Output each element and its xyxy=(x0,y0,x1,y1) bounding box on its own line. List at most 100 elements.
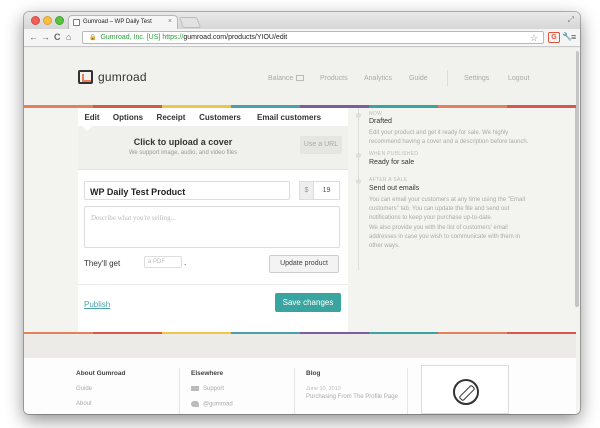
tab-edit[interactable]: Edit xyxy=(78,108,106,126)
timeline-dot xyxy=(356,113,361,118)
footer-link-about[interactable]: About xyxy=(76,401,125,407)
blog-post-date: June 10, 2013 xyxy=(306,386,341,392)
logo-text: gumroad xyxy=(98,70,147,84)
gumroad-favicon-icon xyxy=(73,19,80,26)
step-text: We also provide you with the list of cus… xyxy=(369,225,521,249)
step-kicker: AFTER A SALE xyxy=(369,177,408,183)
timeline-line xyxy=(358,108,359,270)
tab-title: Gumroad – WP Daily Test xyxy=(83,19,152,25)
browser-tab[interactable]: Gumroad – WP Daily Test × xyxy=(68,15,178,29)
nav-divider xyxy=(447,70,448,86)
twitter-icon xyxy=(191,401,199,408)
url-path: gumroad.com/products/YIOU/edit xyxy=(183,34,288,41)
form-divider xyxy=(78,284,348,285)
blog-post-link[interactable]: Purchasing From The Profile Page xyxy=(306,394,398,400)
product-name-input[interactable]: WP Daily Test Product xyxy=(84,181,290,200)
gumroad-logo[interactable]: gumroad xyxy=(78,70,147,84)
price-input[interactable]: 19 xyxy=(314,181,340,200)
browser-window: Gumroad – WP Daily Test × ⤢ ← → C ⌂ 🔒 Gu… xyxy=(24,12,580,414)
period-text: . xyxy=(184,258,187,267)
title-bar: Gumroad – WP Daily Test × ⤢ xyxy=(24,12,580,29)
footer-divider xyxy=(407,368,408,414)
theyll-get-label: They'll get xyxy=(84,259,121,268)
site-header: gumroad Balance Products Analytics Guide… xyxy=(24,48,576,108)
file-type-input[interactable]: a PDF xyxy=(144,256,182,268)
step-title: Drafted xyxy=(369,118,392,125)
step-title: Ready for sale xyxy=(369,159,415,166)
address-bar[interactable]: 🔒 Gumroad, Inc. [US] https://gumroad.com… xyxy=(82,31,544,44)
footer-link-twitter-label: @gumroad xyxy=(203,401,233,408)
footer-divider xyxy=(179,368,180,414)
nav-logout[interactable]: Logout xyxy=(508,75,529,82)
footer-band xyxy=(24,334,576,358)
close-window-button[interactable] xyxy=(31,16,40,25)
footer-heading: Elsewhere xyxy=(191,370,224,377)
footer-about-column: About Gumroad Guide About xyxy=(76,370,125,407)
forward-arrow-icon[interactable]: → xyxy=(41,32,50,43)
step-kicker: NOW xyxy=(369,111,383,117)
update-product-button[interactable]: Update product xyxy=(269,255,339,273)
tab-close-icon[interactable]: × xyxy=(168,18,172,25)
home-icon[interactable]: ⌂ xyxy=(66,32,71,43)
tab-options[interactable]: Options xyxy=(106,108,150,126)
zoom-window-button[interactable] xyxy=(55,16,64,25)
discover-card[interactable] xyxy=(421,365,509,414)
footer-elsewhere-column: Elsewhere Support @gumroad xyxy=(191,370,233,408)
fullscreen-icon[interactable]: ⤢ xyxy=(568,15,574,25)
lock-icon: 🔒 xyxy=(89,35,97,41)
nav-guide[interactable]: Guide xyxy=(409,75,428,82)
balance-icon xyxy=(296,75,305,82)
use-url-button[interactable]: Use a URL xyxy=(300,136,342,154)
product-form: WP Daily Test Product $ 19 Describe what… xyxy=(78,170,348,334)
stripe-segment xyxy=(369,105,438,108)
reload-icon[interactable]: C xyxy=(54,32,61,43)
tab-receipt[interactable]: Receipt xyxy=(150,108,192,126)
bookmark-star-icon[interactable]: ☆ xyxy=(530,33,538,44)
upload-subtitle: We support image, audio, and video files xyxy=(128,150,238,156)
nav-balance-label: Balance xyxy=(268,75,294,82)
back-arrow-icon[interactable]: ← xyxy=(29,32,38,43)
save-changes-button[interactable]: Save changes xyxy=(275,293,341,312)
nav-balance[interactable]: Balance xyxy=(268,75,305,82)
page-viewport: gumroad Balance Products Analytics Guide… xyxy=(24,48,580,414)
url-scheme: https:// xyxy=(162,34,184,41)
timeline-dot xyxy=(356,153,361,158)
publish-link[interactable]: Publish xyxy=(84,300,110,309)
footer-link-twitter[interactable]: @gumroad xyxy=(191,401,233,408)
footer-blog-column: Blog June 10, 2013 Purchasing From The P… xyxy=(306,370,398,400)
gumroad-logo-icon xyxy=(78,70,93,84)
cover-upload-area[interactable]: Click to upload a cover We support image… xyxy=(78,126,348,170)
browser-toolbar: ← → C ⌂ 🔒 Gumroad, Inc. [US] https://gum… xyxy=(24,29,580,47)
site-footer: About Gumroad Guide About Elsewhere Supp… xyxy=(24,334,576,414)
currency-label: $ xyxy=(299,181,314,200)
footer-heading: Blog xyxy=(306,370,321,377)
stripe-segment xyxy=(507,105,576,108)
step-title: Send out emails xyxy=(369,185,420,192)
nav-analytics[interactable]: Analytics xyxy=(364,75,392,82)
active-tab-pointer xyxy=(82,126,92,131)
minimize-window-button[interactable] xyxy=(43,16,52,25)
compass-icon xyxy=(453,379,479,405)
product-edit-card: Edit Options Receipt Customers Email cus… xyxy=(78,108,348,334)
footer-link-support-label: Support xyxy=(203,386,225,393)
footer-link-guide[interactable]: Guide xyxy=(76,386,125,392)
footer-link-support[interactable]: Support xyxy=(191,386,233,392)
menu-icon[interactable]: ≡ xyxy=(571,32,576,42)
nav-products[interactable]: Products xyxy=(320,75,348,82)
ev-certificate-label: Gumroad, Inc. [US] xyxy=(100,34,161,41)
footer-divider xyxy=(294,368,295,414)
tab-customers[interactable]: Customers xyxy=(192,108,248,126)
step-text: You can email your customers at any time… xyxy=(369,197,525,221)
timeline-dot xyxy=(356,179,361,184)
footer-heading: About Gumroad xyxy=(76,370,126,377)
product-tabs: Edit Options Receipt Customers Email cus… xyxy=(78,108,348,126)
description-textarea[interactable]: Describe what you're selling... xyxy=(84,206,340,248)
tab-email-customers[interactable]: Email customers xyxy=(248,108,330,126)
stripe-segment xyxy=(438,105,507,108)
mail-icon xyxy=(191,386,199,391)
step-text: Edit your product and get it ready for s… xyxy=(369,130,529,145)
nav-settings[interactable]: Settings xyxy=(464,75,489,82)
gumroad-extension-icon[interactable]: G xyxy=(548,32,560,43)
upload-title: Click to upload a cover xyxy=(133,137,233,147)
new-tab-button[interactable] xyxy=(178,17,202,28)
